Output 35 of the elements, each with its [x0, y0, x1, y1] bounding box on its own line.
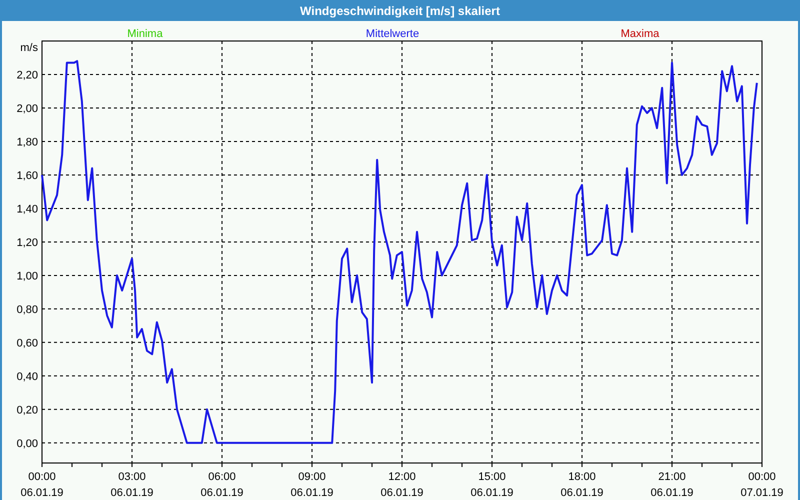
x-axis-date-label: 06.01.19 [650, 487, 694, 499]
x-axis-date-label: 06.01.19 [380, 487, 424, 499]
x-axis-date-label: 06.01.19 [200, 487, 244, 499]
y-axis-label: 0,20 [16, 404, 38, 416]
x-axis-time-label: 15:00 [478, 471, 506, 483]
x-axis-time-label: 09:00 [298, 471, 326, 483]
window-title: Windgeschwindigkeit [m/s] skaliert [300, 4, 500, 18]
x-axis-date-label: 06.01.19 [20, 487, 64, 499]
x-axis-date-label: 06.01.19 [110, 487, 154, 499]
y-axis-label: 1,60 [16, 170, 38, 182]
x-axis-time-label: 06:00 [208, 471, 236, 483]
legend-label: Maxima [620, 28, 660, 40]
legend-label: Mittelwerte [366, 28, 420, 40]
y-axis-label: 1,20 [16, 236, 38, 249]
y-axis-unit: m/s [20, 42, 38, 54]
y-axis-label: 0,80 [16, 304, 38, 316]
y-axis-label: 0,60 [16, 337, 38, 350]
x-axis-time-label: 03:00 [118, 471, 146, 483]
legend-label: Minima [127, 28, 163, 40]
x-axis-time-label: 18:00 [568, 471, 596, 483]
y-axis-label: 2,20 [16, 70, 38, 82]
y-axis-label: 0,00 [16, 438, 38, 450]
x-axis-time-label: 12:00 [388, 471, 416, 483]
x-axis-date-label: 06.01.19 [290, 487, 334, 499]
x-axis-date-label: 06.01.19 [560, 487, 604, 499]
y-axis-label: 1,80 [16, 136, 38, 148]
x-axis-date-label: 07.01.19 [740, 487, 784, 499]
x-axis-time-label: 00:00 [748, 471, 776, 483]
x-axis-date-label: 06.01.19 [470, 487, 514, 499]
y-axis-label: 2,00 [16, 102, 38, 115]
y-axis-label: 1,40 [16, 203, 38, 216]
x-axis-time-label: 21:00 [658, 471, 686, 483]
x-axis-time-label: 00:00 [28, 471, 56, 483]
y-axis-label: 0,40 [16, 370, 38, 383]
y-axis-label: 1,00 [16, 270, 38, 282]
